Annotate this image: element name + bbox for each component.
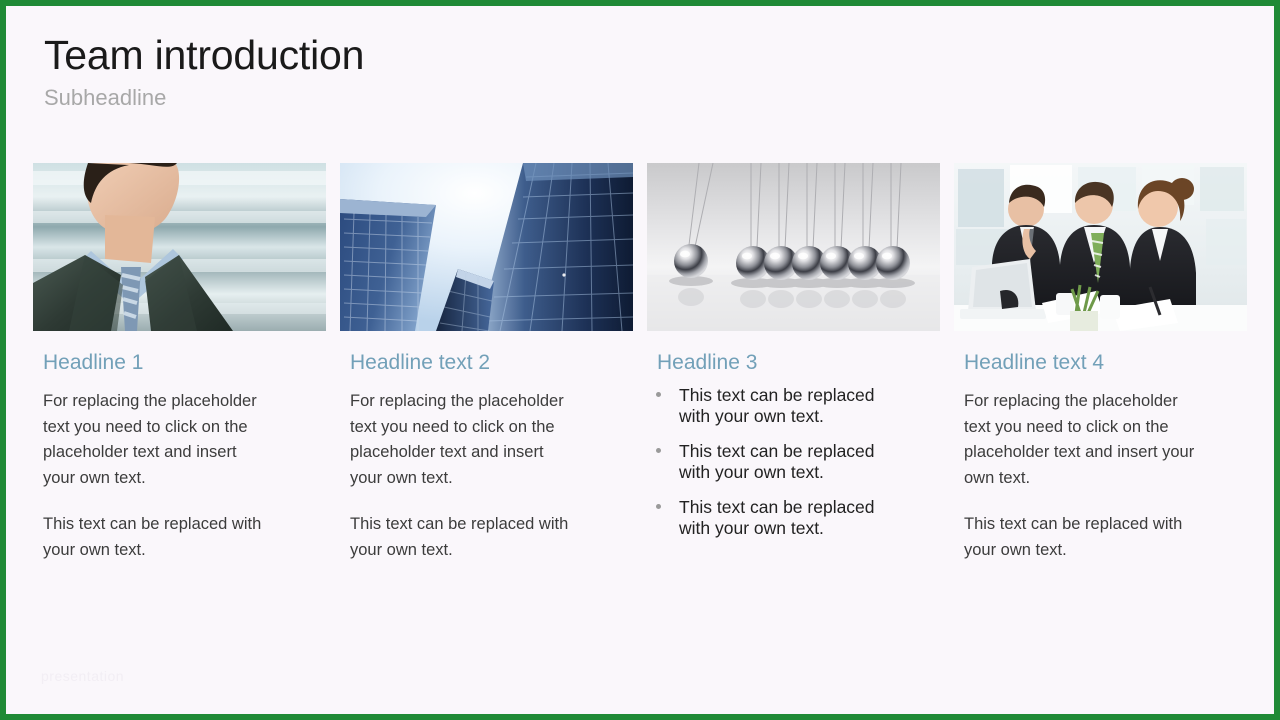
- bullet-text: This text can be replaced with your own …: [679, 385, 875, 426]
- skyscrapers-image: [340, 163, 633, 331]
- slide-canvas: Team introduction Subheadline Headline 1…: [0, 0, 1280, 720]
- list-item: This text can be replaced with your own …: [653, 385, 878, 426]
- column-1-paragraph-1: For replacing the placeholder text you n…: [43, 392, 257, 487]
- content-columns: Headline 1 For replacing the placeholder…: [33, 163, 1253, 563]
- content-column-4: Headline text 4 For replacing the placeh…: [954, 163, 1247, 563]
- page-subtitle: Subheadline: [44, 85, 167, 111]
- column-1-headline: Headline 1: [43, 351, 144, 374]
- businessman-portrait-photo[interactable]: [33, 163, 326, 331]
- list-item: This text can be replaced with your own …: [653, 441, 878, 482]
- column-1-body: For replacing the placeholder text you n…: [43, 389, 269, 563]
- slide-header: Team introduction Subheadline: [44, 32, 944, 111]
- content-column-2: Headline text 2 For replacing the placeh…: [340, 163, 633, 563]
- business-team-meeting-photo[interactable]: [954, 163, 1247, 331]
- bullet-dot-icon: [656, 504, 661, 510]
- businessman-portrait-image: [33, 163, 326, 331]
- content-column-1: Headline 1 For replacing the placeholder…: [33, 163, 326, 563]
- bullet-dot-icon: [656, 448, 661, 454]
- column-2-headline: Headline text 2: [350, 351, 491, 374]
- list-item: This text can be replaced with your own …: [653, 497, 878, 538]
- column-1-paragraph-2: This text can be replaced with your own …: [43, 515, 262, 559]
- business-team-image: [954, 163, 1247, 331]
- skyscrapers-upward-view-photo[interactable]: [340, 163, 633, 331]
- column-4-paragraph-2: This text can be replaced with your own …: [964, 515, 1183, 559]
- column-2-body: For replacing the placeholder text you n…: [350, 389, 576, 563]
- bullet-text: This text can be replaced with your own …: [679, 497, 875, 538]
- column-4-headline: Headline text 4: [964, 351, 1105, 374]
- column-2-paragraph-1: For replacing the placeholder text you n…: [350, 392, 564, 487]
- content-column-3: Headline 3 This text can be replaced wit…: [647, 163, 940, 563]
- column-3-bullet-list: This text can be replaced with your own …: [653, 385, 878, 538]
- column-4-body: For replacing the placeholder text you n…: [964, 389, 1202, 563]
- bullet-text: This text can be replaced with your own …: [679, 441, 875, 482]
- bullet-dot-icon: [656, 392, 661, 398]
- column-3-headline: Headline 3: [657, 351, 758, 374]
- page-title: Team introduction: [44, 32, 365, 78]
- newtons-cradle-photo[interactable]: [647, 163, 940, 331]
- column-2-paragraph-2: This text can be replaced with your own …: [350, 515, 569, 559]
- column-4-paragraph-1: For replacing the placeholder text you n…: [964, 392, 1195, 487]
- watermark: presentation: [41, 668, 125, 684]
- newtons-cradle-image: [647, 163, 940, 331]
